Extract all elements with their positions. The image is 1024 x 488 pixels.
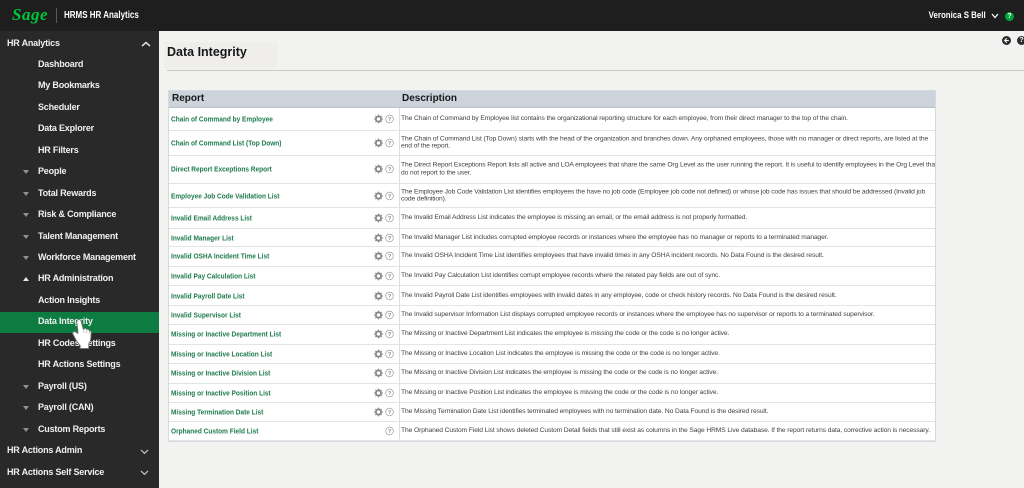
svg-text:?: ? <box>388 167 392 173</box>
svg-text:?: ? <box>388 274 392 280</box>
svg-text:?: ? <box>388 332 392 338</box>
svg-text:?: ? <box>388 236 392 242</box>
svg-text:?: ? <box>388 216 392 222</box>
svg-text:?: ? <box>388 429 392 435</box>
svg-text:?: ? <box>388 371 392 377</box>
svg-text:?: ? <box>388 141 392 147</box>
svg-text:?: ? <box>388 391 392 397</box>
svg-text:?: ? <box>388 294 392 300</box>
svg-text:?: ? <box>388 410 392 416</box>
svg-text:?: ? <box>388 313 392 319</box>
svg-text:?: ? <box>388 117 392 123</box>
svg-text:?: ? <box>388 352 392 358</box>
svg-text:?: ? <box>388 254 392 260</box>
svg-text:?: ? <box>388 194 392 200</box>
